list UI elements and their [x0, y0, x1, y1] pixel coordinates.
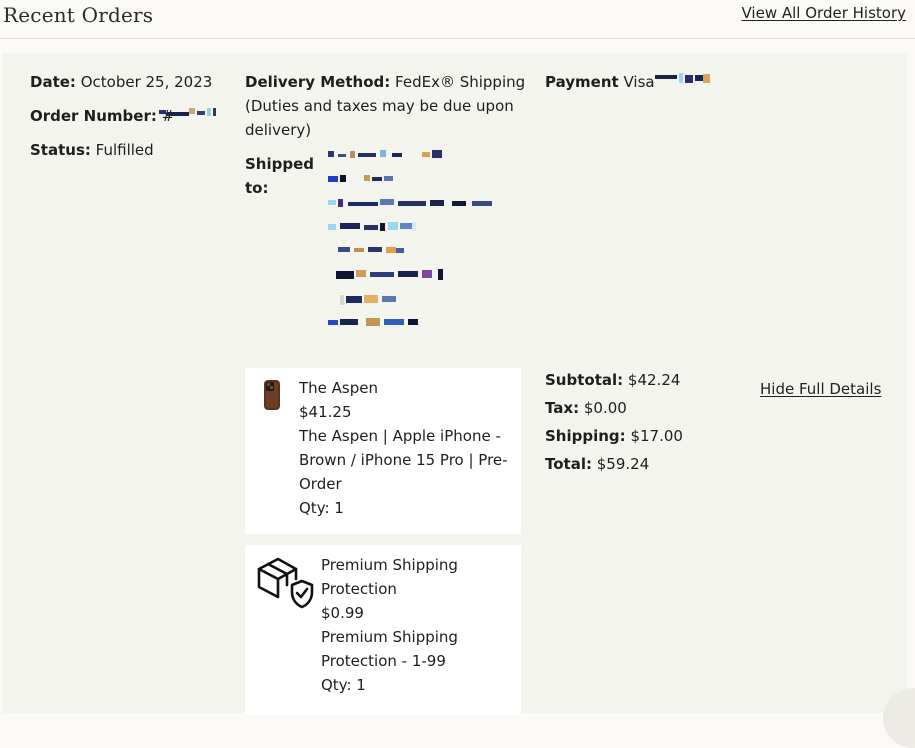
- order-date-value: October 25, 2023: [80, 73, 213, 91]
- order-status-value: Fulfilled: [95, 141, 154, 159]
- shipping-cost: Shipping: $17.00: [545, 424, 683, 448]
- tax-value: $0.00: [583, 399, 627, 417]
- divider: [0, 38, 915, 39]
- order-status: Status: Fulfilled: [30, 138, 154, 162]
- order-status-label: Status:: [30, 141, 91, 159]
- total-label: Total:: [545, 455, 592, 473]
- redacted-card-number: [655, 73, 711, 87]
- payment-method: Payment Visa: [545, 70, 655, 94]
- item-name: The Aspen: [299, 379, 378, 397]
- payment-value: Visa: [623, 73, 655, 91]
- order-item-premium-shipping-protection: Premium Shipping Protection $0.99 Premiu…: [245, 545, 521, 715]
- delivery-note-line-2: delivery): [245, 121, 312, 139]
- shipping-value: $17.00: [630, 427, 683, 445]
- item-desc-line: Order: [299, 475, 342, 493]
- shipping-label: Shipping:: [545, 427, 626, 445]
- item-desc-line: The Aspen | Apple iPhone -: [299, 427, 501, 445]
- item-name-line: Premium Shipping: [321, 556, 458, 574]
- header: Recent Orders View All Order History: [0, 0, 915, 38]
- total-value: $59.24: [596, 455, 650, 473]
- redacted-shipping-address: [326, 149, 496, 334]
- order-date: Date: October 25, 2023: [30, 70, 212, 94]
- shipped-to-label-1: Shipped: [245, 155, 315, 173]
- subtotal-label: Subtotal:: [545, 371, 624, 389]
- order-date-label: Date:: [30, 73, 76, 91]
- item-desc-line: Brown / iPhone 15 Pro | Pre-: [299, 451, 508, 469]
- item-name-line: Protection: [321, 580, 397, 598]
- item-qty: Qty: 1: [299, 499, 344, 517]
- item-qty: Qty: 1: [321, 676, 366, 694]
- order-number: Order Number: #: [30, 104, 174, 128]
- delivery-note-line-1: (Duties and taxes may be due upon: [245, 97, 514, 115]
- subtotal-value: $42.24: [627, 371, 681, 389]
- item-price: $0.99: [321, 604, 364, 622]
- hide-full-details-link[interactable]: Hide Full Details: [760, 380, 881, 398]
- phone-case-thumbnail: [264, 380, 280, 410]
- tax-label: Tax:: [545, 399, 580, 417]
- order-number-label: Order Number:: [30, 107, 157, 125]
- delivery-method-value: FedEx® Shipping: [395, 73, 526, 91]
- page-title: Recent Orders: [3, 3, 154, 27]
- subtotal: Subtotal: $42.24: [545, 368, 680, 392]
- delivery-method-label: Delivery Method:: [245, 73, 391, 91]
- order-total: Total: $59.24: [545, 452, 649, 476]
- tax: Tax: $0.00: [545, 396, 627, 420]
- delivery-method: Delivery Method: FedEx® Shipping: [245, 70, 525, 94]
- view-all-order-history-link[interactable]: View All Order History: [742, 4, 907, 22]
- package-shield-icon: [257, 557, 314, 609]
- order-card: Date: October 25, 2023 Order Number: # S…: [2, 53, 907, 715]
- order-item-the-aspen: The Aspen $41.25 The Aspen | Apple iPhon…: [245, 368, 521, 534]
- payment-label: Payment: [545, 73, 619, 91]
- shipped-to-label-2: to:: [245, 179, 269, 197]
- item-desc-line: Protection - 1-99: [321, 652, 446, 670]
- item-price: $41.25: [299, 403, 352, 421]
- item-desc-line: Premium Shipping: [321, 628, 458, 646]
- redacted-order-number: [159, 107, 217, 119]
